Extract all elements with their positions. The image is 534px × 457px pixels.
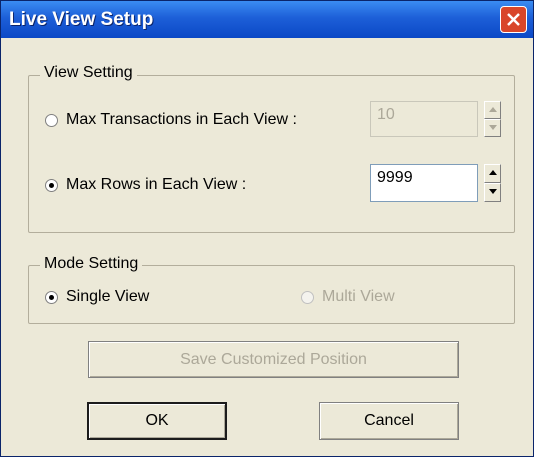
close-icon — [507, 13, 520, 26]
close-button[interactable] — [500, 6, 527, 33]
title-bar[interactable]: Live View Setup — [1, 1, 533, 38]
max-transactions-input[interactable]: 10 — [370, 101, 478, 137]
view-setting-legend: View Setting — [40, 64, 137, 82]
arrow-up-icon — [489, 107, 497, 112]
mode-setting-legend: Mode Setting — [40, 255, 143, 273]
max-rows-spinner[interactable] — [484, 164, 501, 202]
single-view-radio[interactable] — [45, 290, 58, 304]
live-view-setup-dialog: Live View Setup View Setting Max Transac… — [0, 0, 534, 457]
max-transactions-option[interactable]: Max Transactions in Each View : — [45, 111, 297, 129]
max-transactions-up-button[interactable] — [484, 101, 501, 119]
max-rows-down-button[interactable] — [484, 183, 501, 202]
view-setting-group — [28, 75, 515, 233]
cancel-button[interactable]: Cancel — [319, 402, 459, 440]
multi-view-label: Multi View — [322, 288, 395, 305]
single-view-option[interactable]: Single View — [45, 288, 149, 306]
dialog-title: Live View Setup — [9, 9, 154, 30]
single-view-label: Single View — [66, 288, 150, 305]
arrow-down-icon — [489, 189, 497, 194]
multi-view-radio[interactable] — [301, 290, 314, 304]
max-transactions-down-button[interactable] — [484, 119, 501, 137]
max-rows-radio[interactable] — [45, 178, 58, 192]
ok-button[interactable]: OK — [87, 402, 227, 440]
arrow-up-icon — [489, 170, 497, 175]
max-transactions-label: Max Transactions in Each View : — [66, 111, 297, 128]
max-rows-option[interactable]: Max Rows in Each View : — [45, 176, 246, 194]
multi-view-option[interactable]: Multi View — [301, 288, 395, 306]
max-rows-label: Max Rows in Each View : — [66, 176, 247, 193]
max-rows-up-button[interactable] — [484, 164, 501, 183]
max-transactions-radio[interactable] — [45, 113, 58, 127]
save-customized-position-button[interactable]: Save Customized Position — [88, 341, 459, 378]
max-rows-input[interactable]: 9999 — [370, 164, 478, 202]
arrow-down-icon — [489, 125, 497, 130]
max-transactions-spinner[interactable] — [484, 101, 501, 137]
